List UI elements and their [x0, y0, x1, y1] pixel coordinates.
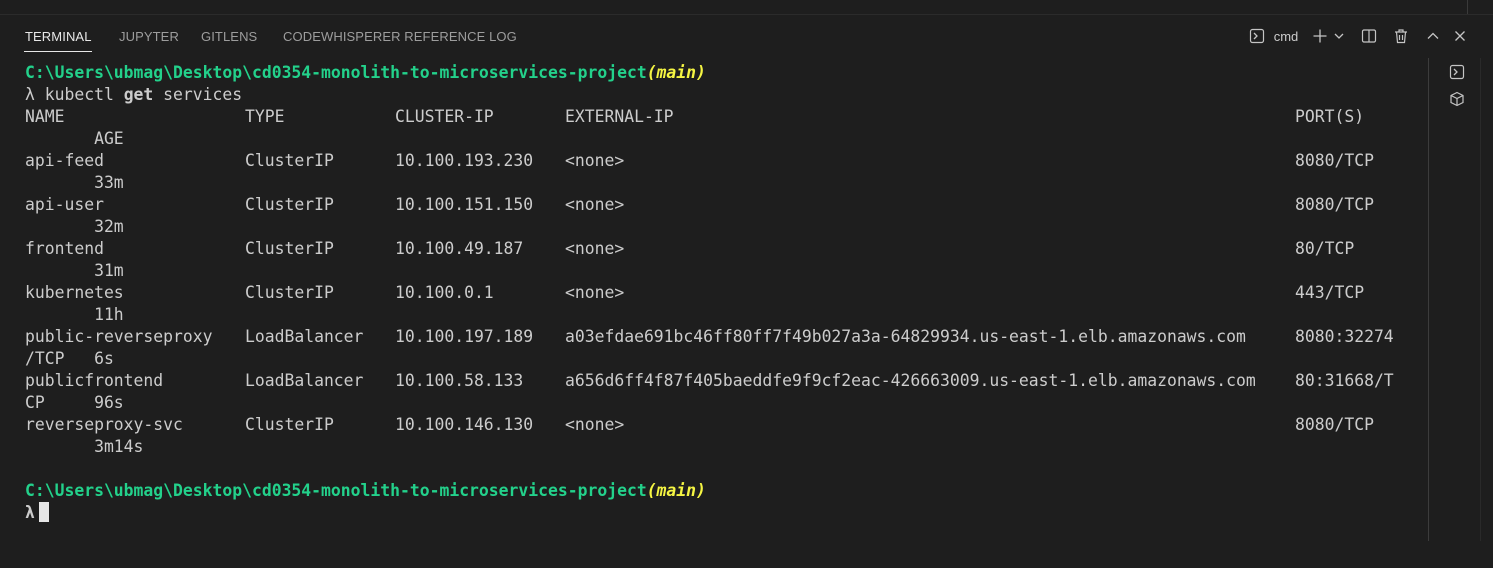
- row-wrap: 3m14s: [25, 437, 144, 456]
- header-cluster-ip: CLUSTER-IP: [395, 107, 494, 126]
- table-row: kubernetes ClusterIP 10.100.0.1 <none> 4…: [25, 282, 1425, 304]
- table-row: frontend ClusterIP 10.100.49.187 <none> …: [25, 238, 1425, 260]
- prompt-branch: (main): [646, 63, 706, 82]
- header-age: AGE: [25, 129, 124, 148]
- service-type: LoadBalancer: [245, 327, 364, 346]
- command-args: services: [153, 85, 243, 104]
- service-type: ClusterIP: [245, 195, 334, 214]
- service-ports: 8080/TCP: [1295, 195, 1374, 214]
- prompt-branch: (main): [646, 481, 706, 500]
- chevron-up-icon[interactable]: [1424, 26, 1442, 46]
- service-cluster-ip: 10.100.0.1: [395, 283, 494, 302]
- prompt-path: C:\Users\ubmag\Desktop\cd0354-monolith-t…: [25, 63, 647, 82]
- tab-terminal[interactable]: TERMINAL: [25, 29, 92, 44]
- table-row: api-feed ClusterIP 10.100.193.230 <none>…: [25, 150, 1425, 172]
- header-external-ip: EXTERNAL-IP: [565, 107, 674, 126]
- service-ports: 8080:32274: [1295, 327, 1394, 346]
- service-name: api-feed: [25, 151, 104, 170]
- row-wrap: 31m: [25, 261, 124, 280]
- service-cluster-ip: 10.100.197.189: [395, 327, 534, 346]
- service-name: reverseproxy-svc: [25, 415, 183, 434]
- service-external-ip: <none>: [565, 195, 625, 214]
- table-row: publicfrontend LoadBalancer 10.100.58.13…: [25, 370, 1425, 392]
- service-type: ClusterIP: [245, 415, 334, 434]
- terminal-output[interactable]: C:\Users\ubmag\Desktop\cd0354-monolith-t…: [0, 58, 1428, 541]
- prompt-line: C:\Users\ubmag\Desktop\cd0354-monolith-t…: [25, 62, 706, 84]
- service-external-ip: <none>: [565, 415, 625, 434]
- service-type: ClusterIP: [245, 151, 334, 170]
- header-ports: PORT(S): [1295, 107, 1365, 126]
- command-line: λ kubectl get services: [25, 84, 242, 106]
- tab-codewhisperer-reference-log[interactable]: CODEWHISPERER REFERENCE LOG: [283, 29, 517, 44]
- service-name: public-reverseproxy: [25, 327, 213, 346]
- chevron-down-icon[interactable]: [1332, 26, 1346, 46]
- service-cluster-ip: 10.100.146.130: [395, 415, 534, 434]
- row-wrap: CP 96s: [25, 393, 124, 412]
- service-type: ClusterIP: [245, 239, 334, 258]
- service-name: api-user: [25, 195, 104, 214]
- service-ports: 8080/TCP: [1295, 415, 1374, 434]
- service-type: ClusterIP: [245, 283, 334, 302]
- table-row: public-reverseproxy LoadBalancer 10.100.…: [25, 326, 1425, 348]
- split-icon[interactable]: [1359, 26, 1379, 46]
- terminal-icon[interactable]: [1247, 26, 1267, 46]
- panel-tab-bar: TERMINAL JUPYTER GITLENS CODEWHISPERER R…: [0, 15, 1493, 57]
- active-tab-indicator: [24, 51, 92, 52]
- input-line[interactable]: λ: [25, 502, 49, 524]
- service-external-ip: <none>: [565, 283, 625, 302]
- service-ports: 443/TCP: [1295, 283, 1365, 302]
- lambda-symbol: λ: [25, 503, 35, 522]
- service-type: LoadBalancer: [245, 371, 364, 390]
- prompt-path: C:\Users\ubmag\Desktop\cd0354-monolith-t…: [25, 481, 647, 500]
- service-external-ip: a03efdae691bc46ff80ff7f49b027a3a-6482993…: [565, 327, 1246, 346]
- tab-gitlens[interactable]: GITLENS: [201, 29, 257, 44]
- service-external-ip: <none>: [565, 151, 625, 170]
- service-name: frontend: [25, 239, 104, 258]
- close-icon[interactable]: [1451, 26, 1469, 46]
- header-name: NAME: [25, 107, 65, 126]
- lambda-symbol: λ: [25, 85, 35, 104]
- header-type: TYPE: [245, 107, 285, 126]
- top-strip: [0, 0, 1493, 15]
- plus-icon[interactable]: [1311, 26, 1329, 46]
- service-ports: 80/TCP: [1295, 239, 1355, 258]
- table-row: api-user ClusterIP 10.100.151.150 <none>…: [25, 194, 1425, 216]
- command-verb: get: [123, 85, 154, 104]
- service-cluster-ip: 10.100.193.230: [395, 151, 534, 170]
- row-wrap: 32m: [25, 217, 124, 236]
- top-divider: [1467, 0, 1468, 14]
- row-wrap: /TCP 6s: [25, 349, 114, 368]
- service-ports: 8080/TCP: [1295, 151, 1374, 170]
- service-name: publicfrontend: [25, 371, 164, 390]
- trash-icon[interactable]: [1391, 26, 1411, 46]
- row-wrap: 33m: [25, 173, 124, 192]
- shell-label[interactable]: cmd: [1271, 26, 1301, 46]
- table-row: reverseproxy-svc ClusterIP 10.100.146.13…: [25, 414, 1425, 436]
- row-wrap: 11h: [25, 305, 124, 324]
- service-external-ip: <none>: [565, 239, 625, 258]
- package-icon[interactable]: [1447, 89, 1467, 109]
- scrollbar[interactable]: [1480, 58, 1493, 541]
- service-ports: 80:31668/T: [1295, 371, 1394, 390]
- service-external-ip: a656d6ff4f87f405baeddfe9f9cf2eac-4266630…: [565, 371, 1256, 390]
- tab-jupyter[interactable]: JUPYTER: [119, 29, 179, 44]
- service-cluster-ip: 10.100.49.187: [395, 239, 524, 258]
- prompt-line: C:\Users\ubmag\Desktop\cd0354-monolith-t…: [25, 480, 706, 502]
- service-name: kubernetes: [25, 283, 124, 302]
- table-header: NAME TYPE CLUSTER-IP EXTERNAL-IP PORT(S): [25, 106, 1425, 128]
- command-text: kubectl: [34, 85, 124, 104]
- terminal-icon[interactable]: [1447, 62, 1467, 82]
- service-cluster-ip: 10.100.58.133: [395, 371, 524, 390]
- service-cluster-ip: 10.100.151.150: [395, 195, 534, 214]
- terminal-cursor: [38, 502, 49, 522]
